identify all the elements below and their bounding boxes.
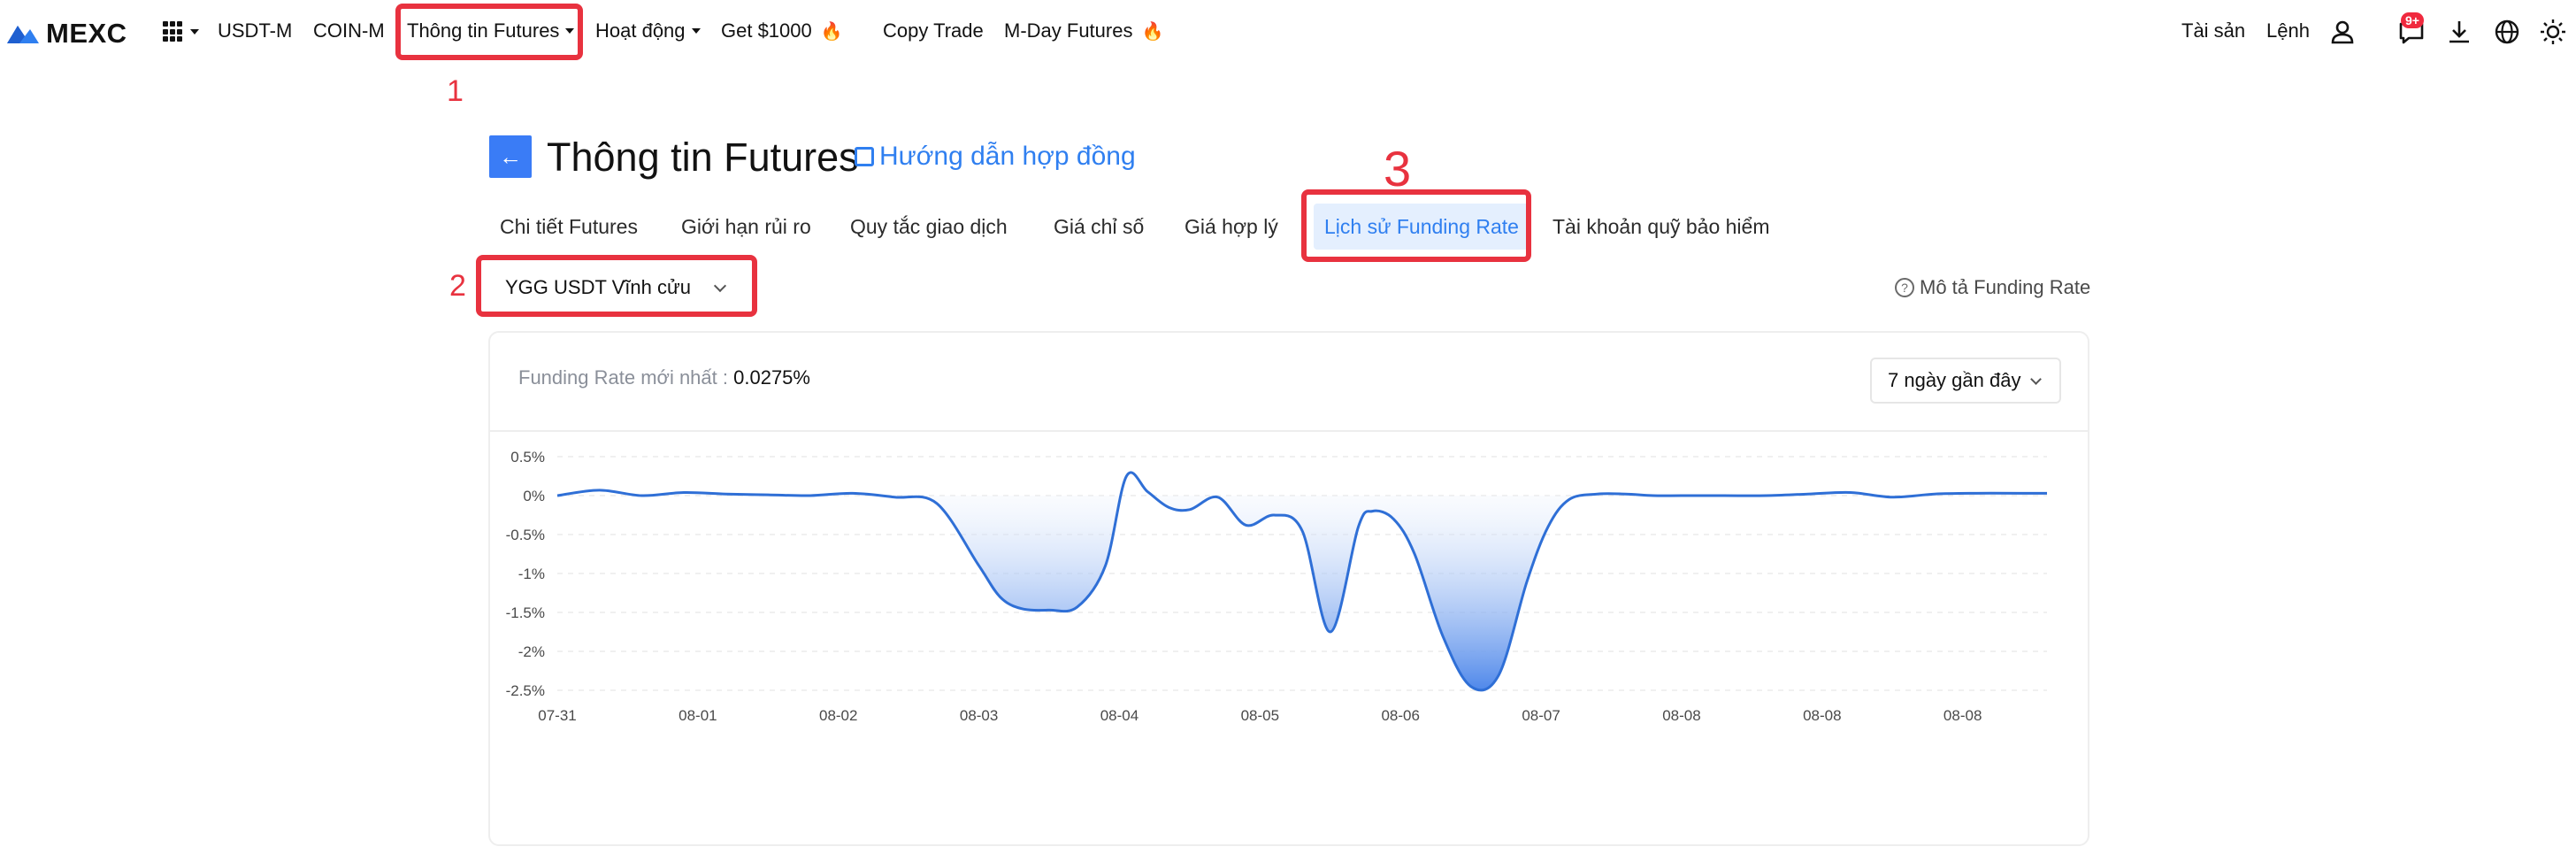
y-tick-label: -1.5% (506, 604, 545, 621)
funding-rate-chart[interactable]: 0.5% 0% -0.5% -1% -1.5% -2% -2.5% 07-31 08-01 08… (490, 434, 2088, 841)
annotation-box-2 (476, 255, 757, 317)
latest-funding-rate: Funding Rate mới nhất : 0.0275% (518, 366, 810, 389)
user-icon[interactable] (2328, 18, 2357, 46)
latest-funding-rate-label: Funding Rate mới nhất : (518, 366, 728, 389)
x-tick-label: 07-31 (538, 707, 576, 724)
download-icon[interactable] (2445, 18, 2473, 46)
nav-activities-label: Hoạt động (595, 19, 686, 42)
nav-orders-label: Lệnh (2266, 19, 2310, 42)
globe-icon[interactable] (2493, 18, 2521, 46)
nav-get1000[interactable]: Get $1000 🔥 (721, 19, 843, 42)
theme-sun-icon[interactable] (2539, 18, 2567, 46)
y-tick-label: -1% (518, 566, 545, 582)
x-tick-label: 08-08 (1662, 707, 1700, 724)
nav-get1000-label: Get $1000 (721, 19, 812, 42)
x-tick-label: 08-04 (1100, 707, 1138, 724)
nav-copy-trade[interactable]: Copy Trade (883, 19, 984, 42)
mexc-logo[interactable]: MEXC (5, 18, 127, 50)
y-tick-label: -0.5% (506, 527, 545, 543)
mexc-logo-icon (7, 26, 39, 43)
x-tick-label: 08-08 (1803, 707, 1841, 724)
tab-label: Giá chỉ số (1054, 214, 1145, 238)
notification-badge: 9+ (2401, 12, 2424, 28)
nav-assets-label: Tài sản (2181, 19, 2246, 42)
x-tick-label: 08-07 (1522, 707, 1560, 724)
funding-rate-area (557, 496, 2047, 690)
help-circle-icon: ? (1895, 278, 1914, 297)
y-tick-label: -2% (518, 643, 545, 660)
x-tick-label: 08-05 (1241, 707, 1279, 724)
chevron-down-icon (2030, 373, 2042, 385)
nav-activities[interactable]: Hoạt động (595, 19, 701, 42)
chevron-down-icon (691, 28, 701, 34)
nav-usdt-m[interactable]: USDT-M (218, 19, 292, 42)
apps-grid-icon[interactable] (163, 21, 184, 42)
x-tick-label: 08-08 (1944, 707, 1982, 724)
tab-fair-price[interactable]: Giá hợp lý (1174, 204, 1289, 250)
nav-coin-m-label: COIN-M (313, 19, 385, 42)
arrow-left-icon: ← (499, 142, 522, 170)
time-range-value: 7 ngày gần đây (1888, 369, 2021, 391)
card-divider (490, 430, 2088, 432)
contract-guide-link[interactable]: Hướng dẫn hợp đồng (855, 142, 1136, 172)
x-tick-label: 08-01 (678, 707, 717, 724)
tab-trading-rules[interactable]: Quy tắc giao dịch (840, 204, 1018, 250)
tab-label: Quy tắc giao dịch (850, 214, 1008, 238)
y-tick-label: -2.5% (506, 682, 545, 699)
y-tick-label: 0.5% (510, 449, 545, 466)
nav-copy-trade-label: Copy Trade (883, 19, 984, 42)
fire-icon: 🔥 (820, 21, 843, 42)
funding-rate-card: Funding Rate mới nhất : 0.0275% 7 ngày g… (488, 331, 2089, 846)
y-tick-label: 0% (523, 488, 545, 504)
tab-index-price[interactable]: Giá chỉ số (1043, 204, 1154, 250)
annotation-number-1: 1 (447, 74, 464, 108)
nav-mday-futures[interactable]: M-Day Futures 🔥 (1004, 19, 1163, 42)
brand-name: MEXC (46, 18, 127, 49)
apps-caret-icon (190, 29, 199, 35)
tab-futures-details[interactable]: Chi tiết Futures (489, 204, 648, 250)
tab-label: Tài khoản quỹ bảo hiểm (1552, 214, 1770, 238)
nav-mday-label: M-Day Futures (1004, 19, 1133, 42)
back-button[interactable]: ← (489, 135, 532, 178)
page-title: Thông tin Futures (547, 135, 859, 180)
annotation-number-2: 2 (449, 269, 466, 303)
x-tick-label: 08-02 (819, 707, 857, 724)
nav-assets[interactable]: Tài sản (2181, 19, 2245, 42)
x-tick-label: 08-03 (960, 707, 998, 724)
top-navbar: MEXC USDT-M COIN-M Thông tin Futures Hoạ… (0, 0, 2576, 65)
latest-funding-rate-value: 0.0275% (733, 366, 810, 389)
annotation-box-1 (395, 4, 583, 60)
funding-rate-description-link[interactable]: ? Mô tả Funding Rate (1895, 276, 2090, 299)
nav-coin-m[interactable]: COIN-M (313, 19, 385, 42)
annotation-number-3: 3 (1384, 141, 1412, 196)
funding-rate-description-label: Mô tả Funding Rate (1920, 276, 2091, 298)
tab-label: Giới hạn rủi ro (681, 214, 811, 238)
guide-icon (855, 147, 874, 166)
nav-orders[interactable]: Lệnh (2266, 19, 2310, 42)
tab-insurance-fund[interactable]: Tài khoản quỹ bảo hiểm (1542, 204, 1781, 250)
annotation-box-3 (1301, 189, 1531, 262)
x-tick-label: 08-06 (1381, 707, 1419, 724)
tab-label: Chi tiết Futures (500, 214, 638, 238)
fire-icon: 🔥 (1141, 21, 1164, 42)
contract-guide-label: Hướng dẫn hợp đồng (879, 142, 1136, 171)
tab-risk-limits[interactable]: Giới hạn rủi ro (671, 204, 822, 250)
time-range-select[interactable]: 7 ngày gần đây (1870, 358, 2061, 404)
nav-usdt-m-label: USDT-M (218, 19, 293, 42)
tab-label: Giá hợp lý (1184, 214, 1278, 238)
